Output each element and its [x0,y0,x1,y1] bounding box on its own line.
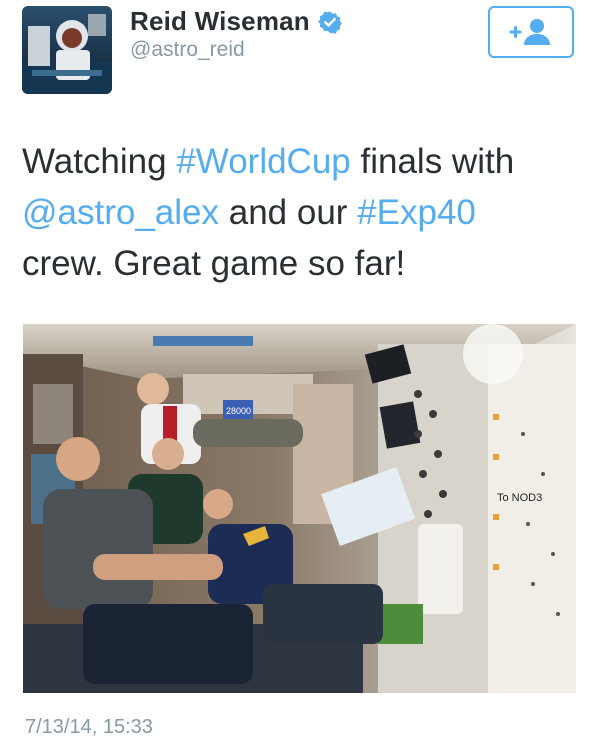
tweet-photo[interactable]: To NOD3 28000 [23,324,576,693]
tweet-text-segment: Watching [22,142,177,181]
tweet-text: Watching #WorldCup finals with @astro_al… [22,136,582,289]
hashtag-worldcup-link[interactable]: #WorldCup [176,142,350,181]
follow-button[interactable] [488,6,574,58]
follow-user-plus-icon [509,19,550,45]
avatar[interactable] [22,6,112,94]
tweet-timestamp[interactable]: 7/13/14, 15:33 [25,716,153,739]
rack-number-label: 28000 [226,406,251,416]
verified-badge-icon [317,11,342,34]
author-name-row: Reid Wiseman [130,6,342,37]
tweet-text-segment: crew. Great game so far! [22,244,406,283]
hashtag-exp40-link[interactable]: #Exp40 [357,193,476,232]
tweet-text-segment: and our [219,193,358,232]
mention-astro-alex-link[interactable]: @astro_alex [22,193,219,232]
tweet-text-segment: finals with [350,142,515,181]
nod3-sign: To NOD3 [497,492,542,504]
user-handle[interactable]: @astro_reid [130,38,245,62]
astronaut-avatar [22,6,112,94]
display-name[interactable]: Reid Wiseman [130,6,310,37]
space-station-photo: To NOD3 28000 [23,324,576,693]
